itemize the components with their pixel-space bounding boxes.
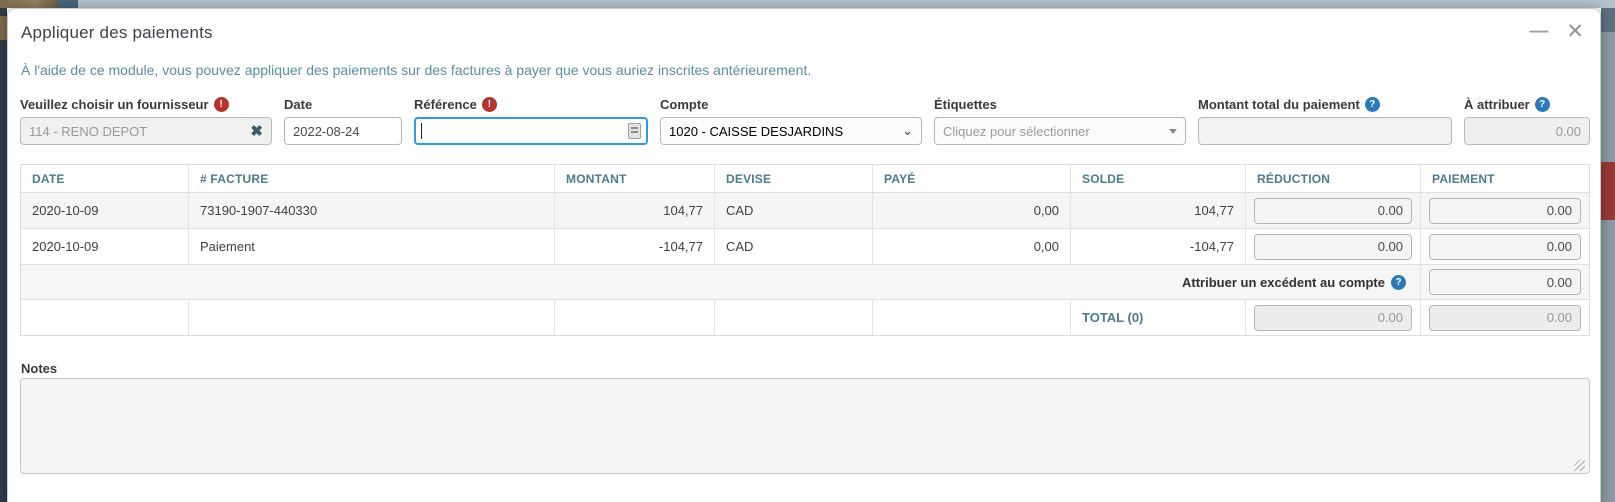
etiquettes-select[interactable]: Cliquez pour sélectionner xyxy=(934,117,1186,145)
page-background-left xyxy=(0,8,7,502)
header-facture: # FACTURE xyxy=(189,165,555,192)
field-reference: Référence ! xyxy=(414,97,648,145)
compte-value: 1020 - CAISSE DESJARDINS xyxy=(669,124,896,139)
cell-reduction xyxy=(1246,229,1421,264)
caret-down-icon xyxy=(1169,129,1177,134)
date-input[interactable] xyxy=(284,117,402,145)
header-solde: SOLDE xyxy=(1071,165,1246,192)
close-icon[interactable]: ✕ xyxy=(1566,21,1584,43)
cell-montant: 104,77 xyxy=(555,193,715,228)
a-attribuer-label: À attribuer ? xyxy=(1464,97,1590,112)
cell-paiement xyxy=(1421,229,1589,264)
autofill-icon xyxy=(628,123,641,139)
field-a-attribuer: À attribuer ? xyxy=(1464,97,1590,145)
cell-paye: 0,00 xyxy=(873,193,1071,228)
excedent-label: Attribuer un excédent au compte ? xyxy=(21,265,1421,299)
fournisseur-value: 114 - RENO DEPOT xyxy=(29,124,244,139)
background-photo-fragment xyxy=(0,0,58,8)
header-montant: MONTANT xyxy=(555,165,715,192)
fournisseur-select[interactable]: 114 - RENO DEPOT ✖ xyxy=(20,117,272,145)
background-slate-fragment xyxy=(58,0,78,8)
cell-paye: 0,00 xyxy=(873,229,1071,264)
minimize-icon[interactable]: — xyxy=(1529,21,1548,43)
field-etiquettes: Étiquettes Cliquez pour sélectionner xyxy=(934,97,1186,145)
table-row: 2020-10-09 Paiement -104,77 CAD 0,00 -10… xyxy=(21,228,1589,264)
invoices-table: DATE # FACTURE MONTANT DEVISE PAYÉ SOLDE… xyxy=(20,164,1590,336)
cell-devise: CAD xyxy=(715,193,873,228)
reference-label: Référence ! xyxy=(414,97,648,112)
cell-solde: 104,77 xyxy=(1071,193,1246,228)
help-icon[interactable]: ? xyxy=(1365,97,1380,112)
cell-total-paiement xyxy=(1421,300,1589,335)
clear-icon[interactable]: ✖ xyxy=(250,122,263,140)
date-label: Date xyxy=(284,97,402,112)
field-compte: Compte 1020 - CAISSE DESJARDINS ⌄ xyxy=(660,97,922,145)
cell-montant: -104,77 xyxy=(555,229,715,264)
cell-facture: 73190-1907-440330 xyxy=(189,193,555,228)
excedent-input[interactable] xyxy=(1429,269,1581,295)
table-row: 2020-10-09 73190-1907-440330 104,77 CAD … xyxy=(21,192,1589,228)
paiement-input[interactable] xyxy=(1429,198,1581,224)
background-red-fragment xyxy=(1601,162,1615,220)
header-reduction: RÉDUCTION xyxy=(1246,165,1421,192)
cell-excedent xyxy=(1421,265,1589,299)
cell-empty xyxy=(21,300,189,335)
cell-total-reduction xyxy=(1246,300,1421,335)
cell-empty xyxy=(189,300,555,335)
cell-date: 2020-10-09 xyxy=(21,193,189,228)
cell-facture: Paiement xyxy=(189,229,555,264)
payment-form: Veuillez choisir un fournisseur ! 114 - … xyxy=(20,97,1590,145)
chevron-down-icon: ⌄ xyxy=(902,123,913,139)
text-cursor xyxy=(421,123,422,139)
cell-devise: CAD xyxy=(715,229,873,264)
help-icon[interactable]: ? xyxy=(1535,97,1550,112)
background-photo-fragment xyxy=(0,16,7,40)
reduction-input[interactable] xyxy=(1254,198,1412,224)
fournisseur-label: Veuillez choisir un fournisseur ! xyxy=(20,97,272,112)
background-dark-fragment xyxy=(1601,8,1615,32)
a-attribuer-input[interactable] xyxy=(1464,117,1590,145)
required-icon: ! xyxy=(214,97,229,112)
header-date: DATE xyxy=(21,165,189,192)
paiement-input[interactable] xyxy=(1429,234,1581,260)
notes-label: Notes xyxy=(21,361,57,376)
window-controls: — ✕ xyxy=(1529,21,1584,43)
cell-reduction xyxy=(1246,193,1421,228)
page-background-right xyxy=(1601,8,1615,502)
etiquettes-placeholder: Cliquez pour sélectionner xyxy=(943,124,1163,139)
reduction-input[interactable] xyxy=(1254,234,1412,260)
montant-total-label: Montant total du paiement ? xyxy=(1198,97,1452,112)
total-paiement-input[interactable] xyxy=(1429,305,1581,331)
montant-total-input[interactable] xyxy=(1198,117,1452,145)
compte-select[interactable]: 1020 - CAISSE DESJARDINS ⌄ xyxy=(660,117,922,145)
page-background-top xyxy=(0,0,1615,8)
modal-title: Appliquer des paiements xyxy=(21,23,213,43)
total-label: TOTAL (0) xyxy=(1071,300,1246,335)
modal-subtitle: À l'aide de ce module, vous pouvez appli… xyxy=(21,62,811,78)
apply-payments-modal: Appliquer des paiements — ✕ À l'aide de … xyxy=(7,8,1601,502)
compte-label: Compte xyxy=(660,97,922,112)
cell-empty xyxy=(715,300,873,335)
cell-solde: -104,77 xyxy=(1071,229,1246,264)
etiquettes-label: Étiquettes xyxy=(934,97,1186,112)
cell-empty xyxy=(873,300,1071,335)
header-devise: DEVISE xyxy=(715,165,873,192)
notes-textarea[interactable] xyxy=(20,378,1590,474)
cell-empty xyxy=(555,300,715,335)
total-reduction-input[interactable] xyxy=(1254,305,1412,331)
field-fournisseur: Veuillez choisir un fournisseur ! 114 - … xyxy=(20,97,272,145)
cell-paiement xyxy=(1421,193,1589,228)
required-icon: ! xyxy=(482,97,497,112)
cell-date: 2020-10-09 xyxy=(21,229,189,264)
field-date: Date xyxy=(284,97,402,145)
table-header-row: DATE # FACTURE MONTANT DEVISE PAYÉ SOLDE… xyxy=(21,165,1589,192)
header-paiement: PAIEMENT xyxy=(1421,165,1589,192)
excedent-row: Attribuer un excédent au compte ? xyxy=(21,264,1589,299)
header-paye: PAYÉ xyxy=(873,165,1071,192)
total-row: TOTAL (0) xyxy=(21,299,1589,335)
help-icon[interactable]: ? xyxy=(1391,275,1406,290)
reference-input[interactable] xyxy=(414,117,648,145)
field-montant-total: Montant total du paiement ? xyxy=(1198,97,1452,145)
